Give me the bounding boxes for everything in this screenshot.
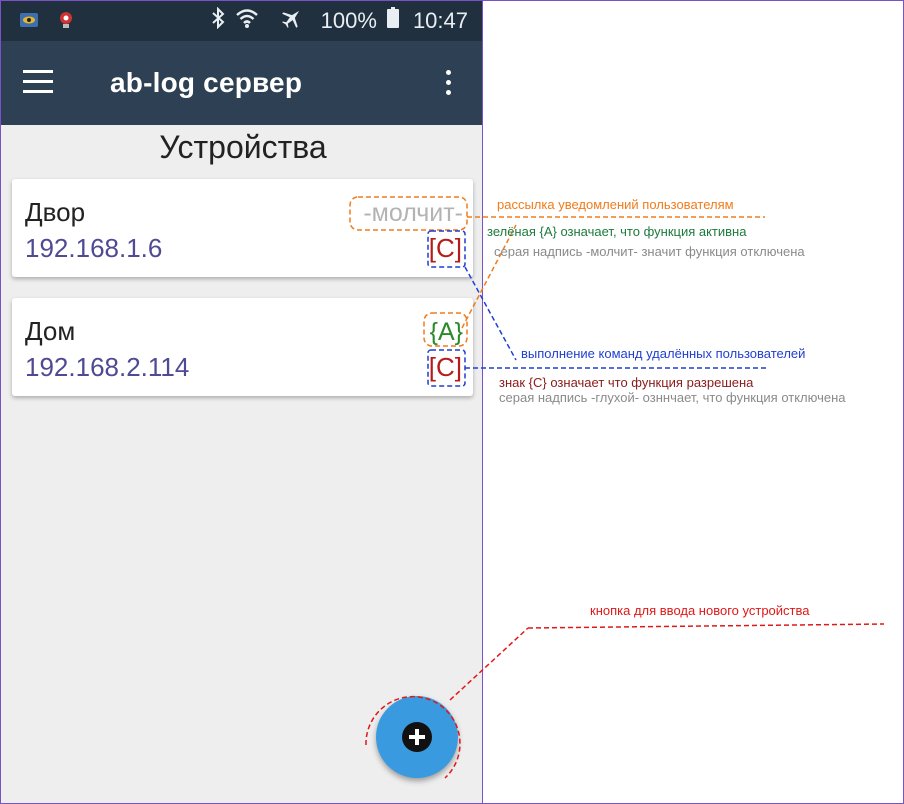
- annotation-cmd-title: выполнение команд удалённых пользователе…: [521, 346, 806, 361]
- device-ip: 192.168.2.114: [25, 352, 190, 382]
- annotation-cmd-off: серая надпись -глухой- озннчает, что фун…: [499, 390, 846, 405]
- device-card-dvor[interactable]: Двор 192.168.1.6 -молчит- [C]: [12, 179, 473, 277]
- device-ip: 192.168.1.6: [25, 233, 163, 263]
- clock: 10:47: [412, 8, 468, 33]
- add-device-button[interactable]: [376, 696, 458, 778]
- bulb-app-icon: [56, 10, 76, 30]
- app-toolbar: ab-log сервер: [1, 41, 482, 125]
- device-name: Дом: [25, 316, 76, 346]
- annotation-notify-active: зелёная {A} означает, что функция активн…: [487, 224, 747, 239]
- status-bar: 100% 10:47: [1, 1, 482, 41]
- battery-percent: 100%: [320, 8, 377, 33]
- notification-app-icon: [19, 10, 39, 30]
- device-card-dom[interactable]: Дом 192.168.2.114 {A} [C]: [12, 298, 473, 396]
- command-status[interactable]: [C]: [429, 352, 462, 383]
- app-title: ab-log сервер: [110, 67, 303, 98]
- panel-divider: [482, 0, 483, 804]
- add-icon: [402, 722, 432, 752]
- airplane-icon: [281, 7, 303, 35]
- page-title: Устройства: [159, 129, 327, 165]
- notification-status[interactable]: {A}: [430, 318, 463, 347]
- notification-status[interactable]: -молчит-: [363, 199, 463, 228]
- annotation-notify-off: серая надпись -молчит- значит функция от…: [494, 244, 805, 259]
- wifi-icon: [235, 7, 259, 35]
- bluetooth-icon: [211, 6, 225, 35]
- annotation-cmd-allowed: знак {C} означает что функция разрешена: [499, 375, 754, 390]
- battery-icon: [386, 7, 399, 35]
- phone-screen: 100% 10:47 ab-log сервер Устройства Двор…: [1, 1, 482, 803]
- annotation-notify-title: рассылка уведомлений пользователям: [497, 197, 734, 212]
- annotation-fab-label: кнопка для ввода нового устройства: [590, 603, 810, 618]
- device-name: Двор: [25, 197, 86, 227]
- hamburger-menu-icon[interactable]: [23, 70, 53, 94]
- command-status[interactable]: [C]: [429, 233, 462, 264]
- overflow-menu-icon[interactable]: [440, 70, 456, 100]
